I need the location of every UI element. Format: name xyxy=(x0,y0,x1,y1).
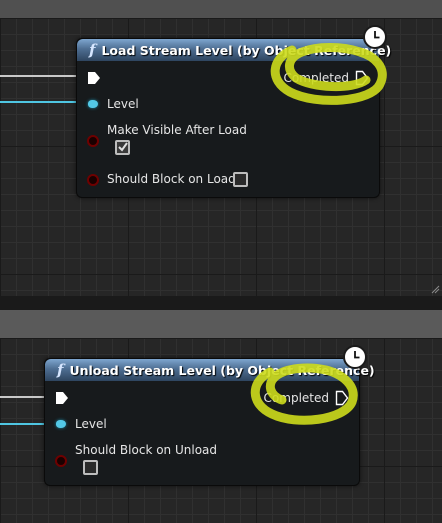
node-title: Unload Stream Level (by Object Reference… xyxy=(69,363,375,378)
graph-top-strip xyxy=(0,0,442,18)
check-mark-icon xyxy=(118,142,128,152)
should-block-label: Should Block on Unload xyxy=(75,443,218,457)
make-visible-label: Make Visible After Load xyxy=(107,123,247,137)
exec-in-pin-icon[interactable] xyxy=(87,71,101,85)
should-block-checkbox[interactable] xyxy=(83,460,98,475)
clock-icon xyxy=(343,345,367,369)
resize-grip-icon[interactable] xyxy=(430,284,440,294)
function-icon: f xyxy=(57,361,64,379)
level-label: Level xyxy=(107,97,139,111)
level-label: Level xyxy=(75,417,107,431)
exec-in-pin-icon[interactable] xyxy=(55,391,69,405)
level-wire[interactable] xyxy=(0,101,84,103)
should-block-label: Should Block on Load xyxy=(107,172,236,186)
level-pin[interactable] xyxy=(88,100,98,108)
should-block-pin[interactable] xyxy=(87,174,99,186)
should-block-checkbox[interactable] xyxy=(233,172,248,187)
exec-wire[interactable] xyxy=(0,396,48,398)
should-block-pin[interactable] xyxy=(55,455,67,467)
make-visible-checkbox[interactable] xyxy=(115,140,130,155)
node-header[interactable]: f Unload Stream Level (by Object Referenc… xyxy=(45,359,375,381)
panel-separator xyxy=(0,296,442,338)
unload-stream-level-node[interactable]: f Unload Stream Level (by Object Referenc… xyxy=(44,358,375,486)
function-icon: f xyxy=(89,41,96,59)
load-stream-level-node[interactable]: f Load Stream Level (by Object Reference)… xyxy=(76,38,391,198)
exec-out-pin-icon[interactable] xyxy=(355,70,369,86)
clock-icon xyxy=(363,25,387,49)
node-header[interactable]: f Load Stream Level (by Object Reference) xyxy=(77,39,391,61)
make-visible-pin[interactable] xyxy=(87,135,99,147)
exec-wire[interactable] xyxy=(0,75,78,77)
exec-out-pin-icon[interactable] xyxy=(335,390,349,406)
completed-label: Completed xyxy=(263,391,329,405)
level-pin[interactable] xyxy=(56,420,66,428)
completed-label: Completed xyxy=(283,71,349,85)
node-title: Load Stream Level (by Object Reference) xyxy=(101,43,392,58)
